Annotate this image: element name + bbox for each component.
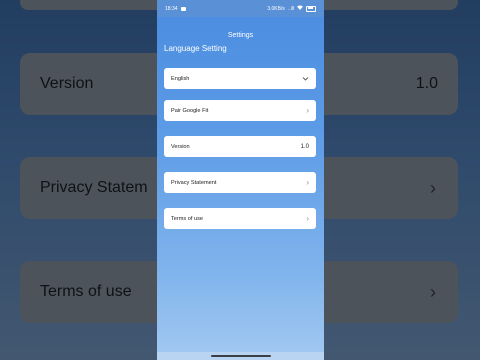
version-label: Version: [171, 143, 190, 150]
status-bar: 18:34 3.0KB/s ..ill: [157, 0, 324, 17]
pair-google-fit-button[interactable]: Pair Google Fit ›: [164, 100, 316, 121]
google-fit-label: Pair Google Fit: [171, 107, 209, 114]
wifi-icon: [297, 5, 303, 12]
phone-screen: 18:34 3.0KB/s ..ill Settings Language Se…: [157, 0, 324, 360]
status-right: 3.0KB/s ..ill: [267, 5, 316, 12]
terms-of-use-button[interactable]: Terms of use ›: [164, 208, 316, 229]
language-section-title: Language Setting: [164, 44, 227, 53]
home-indicator[interactable]: [210, 355, 271, 357]
version-value: 1.0: [300, 143, 309, 150]
chevron-right-icon: ›: [306, 178, 309, 187]
chevron-right-icon: ›: [306, 106, 309, 115]
signal-icon: ..ill: [287, 5, 294, 12]
chevron-down-icon: [302, 75, 309, 82]
background-chevron-right-icon: ›: [430, 282, 436, 302]
background-terms-label: Terms of use: [40, 283, 132, 300]
navigation-bar: [157, 352, 324, 360]
background-version-label: Version: [40, 75, 94, 92]
page-title: Settings: [227, 32, 254, 39]
language-selected-value: English: [171, 75, 190, 82]
background-version-value: 1.0: [415, 75, 438, 92]
network-speed: 3.0KB/s: [267, 5, 285, 12]
language-select[interactable]: English: [164, 68, 316, 89]
background-chevron-right-icon: ›: [430, 178, 436, 198]
screen-record-icon: [180, 6, 186, 11]
privacy-label: Privacy Statement: [171, 179, 217, 186]
terms-label: Terms of use: [171, 215, 204, 222]
chevron-right-icon: ›: [306, 214, 309, 223]
status-time: 18:34: [165, 5, 178, 12]
background-privacy-label: Privacy Statem: [40, 179, 148, 196]
version-row: Version 1.0: [164, 136, 316, 157]
privacy-statement-button[interactable]: Privacy Statement ›: [164, 172, 316, 193]
battery-icon: [306, 5, 316, 12]
